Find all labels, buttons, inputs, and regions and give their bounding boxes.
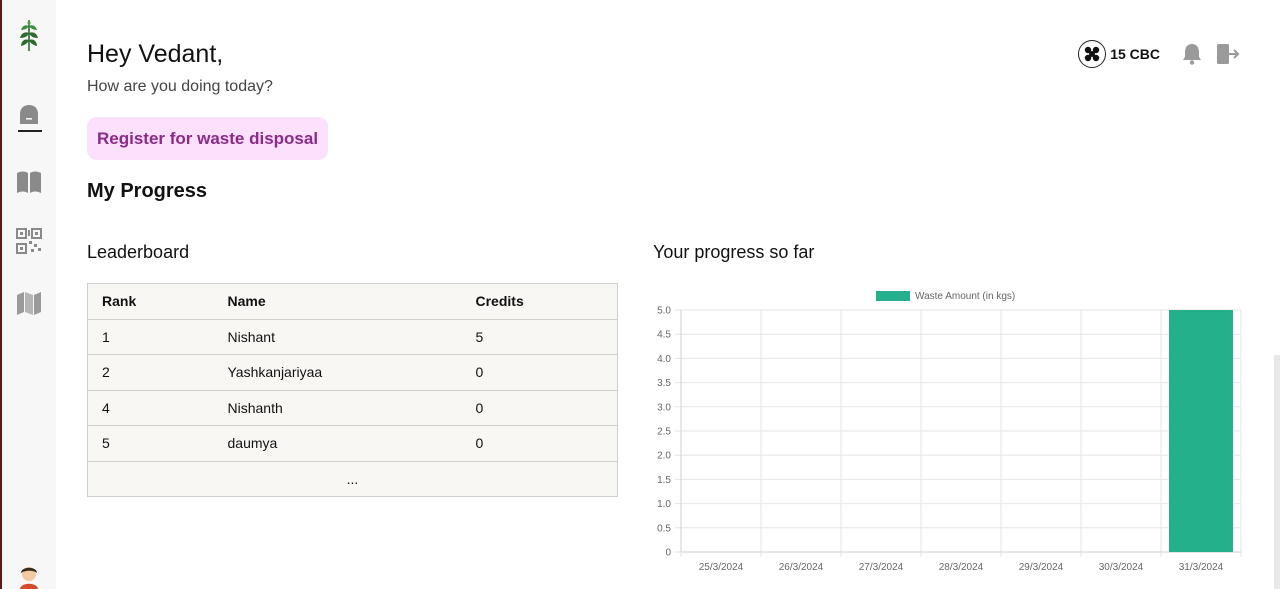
name-cell: Nishanth: [213, 389, 462, 426]
sidebar: [2, 0, 56, 589]
y-tick-label: 3.0: [657, 402, 671, 413]
rank-cell: 4: [87, 389, 214, 426]
nav-home[interactable]: [2, 104, 56, 126]
rank-cell: 2: [87, 354, 214, 391]
chart-title: Your progress so far: [653, 242, 815, 262]
header-actions: 15 CBC: [1078, 40, 1240, 68]
column-header-rank: Rank: [87, 283, 214, 320]
leaf-logo-icon: [20, 20, 38, 51]
more-ellipsis[interactable]: ...: [87, 460, 618, 497]
x-tick-label: 26/3/2024: [779, 562, 824, 573]
coin-icon: [1085, 46, 1100, 62]
x-tick-label: 31/3/2024: [1179, 562, 1224, 573]
x-tick-label: 30/3/2024: [1099, 562, 1144, 573]
y-tick-label: 2.0: [657, 451, 671, 462]
column-header-name: Name: [213, 283, 462, 320]
y-tick-label: 0.5: [657, 523, 671, 534]
x-tick-label: 28/3/2024: [939, 562, 984, 573]
nav-map[interactable]: [2, 291, 56, 315]
name-cell: Nishant: [213, 318, 462, 355]
table-header-row: Rank Name Credits: [87, 283, 618, 320]
credits-cell: 5: [461, 318, 618, 355]
column-header-credits: Credits: [461, 283, 618, 320]
avatar-icon: [20, 567, 38, 589]
app-frame: Hey Vedant, How are you doing today? 15 …: [0, 0, 1280, 589]
leaderboard-table: Rank Name Credits 1 Nishant 5 2 Yashkanj…: [87, 283, 618, 497]
subtitle: How are you doing today?: [87, 78, 273, 95]
progress-bar-chart: 0 0.5 1.0 1.5 2.0 2.5 3.0 3.5 4.0 4.5 5.0 25/3/2024…: [657, 291, 1242, 573]
logout-button[interactable]: [1216, 42, 1240, 66]
table-row: 1 Nishant 5: [87, 318, 618, 355]
table-row: 2 Yashkanjariyaa 0: [87, 354, 618, 391]
qr-code-icon: [16, 228, 42, 254]
table-row: 5 daumya 0: [87, 425, 618, 462]
bar: [1169, 310, 1233, 552]
home-icon: [20, 105, 38, 124]
name-cell: Yashkanjariyaa: [213, 354, 462, 391]
legend-label: Waste Amount (in kgs): [915, 291, 1015, 302]
register-waste-disposal-button[interactable]: Register for waste disposal: [87, 117, 329, 160]
logo-link[interactable]: [2, 18, 56, 52]
map-icon: [17, 292, 41, 315]
main-content: Hey Vedant, How are you doing today? 15 …: [56, 0, 1280, 589]
progress-section-title: My Progress: [87, 180, 208, 202]
y-tick-label: 5.0: [657, 306, 671, 317]
y-tick-label: 1.5: [657, 475, 671, 486]
y-tick-label: 3.5: [657, 378, 671, 389]
x-tick-label: 29/3/2024: [1019, 562, 1064, 573]
x-tick-label: 27/3/2024: [859, 562, 904, 573]
user-avatar[interactable]: [2, 564, 56, 589]
notifications-button[interactable]: [1180, 42, 1204, 66]
legend-swatch: [876, 291, 910, 301]
credit-balance: 15 CBC: [1110, 46, 1160, 62]
nav-active-indicator: [18, 130, 42, 132]
greeting: Hey Vedant,: [87, 40, 224, 68]
y-tick-label: 1.0: [657, 499, 671, 510]
leaderboard-title: Leaderboard: [87, 242, 190, 262]
nav-scan[interactable]: [2, 228, 56, 254]
book-icon: [17, 171, 41, 193]
y-tick-label: 0: [665, 548, 671, 559]
y-tick-label: 2.5: [657, 427, 671, 438]
table-row: 4 Nishanth 0: [87, 389, 618, 426]
y-tick-label: 4.0: [657, 354, 671, 365]
table-more-row[interactable]: ...: [87, 460, 618, 497]
x-tick-label: 25/3/2024: [699, 562, 744, 573]
rank-cell: 1: [87, 318, 214, 355]
rank-cell: 5: [87, 425, 214, 462]
name-cell: daumya: [213, 425, 462, 462]
bell-icon: [1183, 44, 1201, 65]
coin-badge: [1078, 40, 1107, 68]
credits-cell: 0: [461, 354, 618, 391]
logout-icon: [1217, 44, 1240, 64]
nav-learn[interactable]: [2, 169, 56, 195]
credits-cell: 0: [461, 425, 618, 462]
y-tick-label: 4.5: [657, 330, 671, 341]
credits-cell: 0: [461, 389, 618, 426]
scrollbar[interactable]: [1274, 355, 1280, 589]
